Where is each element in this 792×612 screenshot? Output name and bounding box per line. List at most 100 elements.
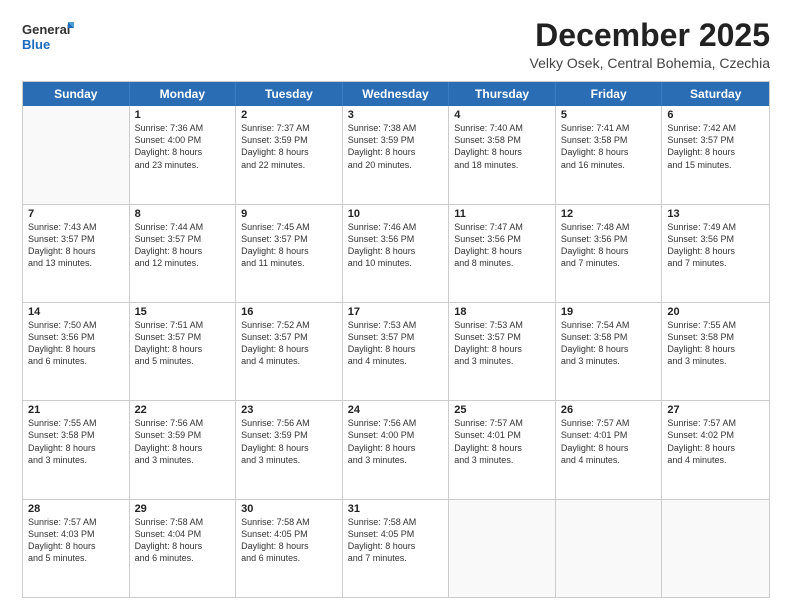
svg-text:General: General [22, 22, 70, 37]
table-row: 10Sunrise: 7:46 AM Sunset: 3:56 PM Dayli… [343, 205, 450, 302]
table-row: 29Sunrise: 7:58 AM Sunset: 4:04 PM Dayli… [130, 500, 237, 597]
table-row [23, 106, 130, 203]
day-info: Sunrise: 7:36 AM Sunset: 4:00 PM Dayligh… [135, 122, 231, 171]
week-row-5: 28Sunrise: 7:57 AM Sunset: 4:03 PM Dayli… [23, 500, 769, 597]
day-info: Sunrise: 7:46 AM Sunset: 3:56 PM Dayligh… [348, 221, 444, 270]
calendar-body: 1Sunrise: 7:36 AM Sunset: 4:00 PM Daylig… [23, 106, 769, 597]
week-row-3: 14Sunrise: 7:50 AM Sunset: 3:56 PM Dayli… [23, 303, 769, 401]
day-number: 7 [28, 208, 124, 220]
day-number: 24 [348, 404, 444, 416]
calendar-header: SundayMondayTuesdayWednesdayThursdayFrid… [23, 82, 769, 106]
table-row: 25Sunrise: 7:57 AM Sunset: 4:01 PM Dayli… [449, 401, 556, 498]
day-info: Sunrise: 7:38 AM Sunset: 3:59 PM Dayligh… [348, 122, 444, 171]
day-number: 30 [241, 503, 337, 515]
day-number: 10 [348, 208, 444, 220]
day-number: 21 [28, 404, 124, 416]
day-number: 5 [561, 109, 657, 121]
header-saturday: Saturday [662, 82, 769, 106]
day-info: Sunrise: 7:57 AM Sunset: 4:01 PM Dayligh… [561, 417, 657, 466]
day-info: Sunrise: 7:47 AM Sunset: 3:56 PM Dayligh… [454, 221, 550, 270]
day-info: Sunrise: 7:53 AM Sunset: 3:57 PM Dayligh… [348, 319, 444, 368]
table-row: 17Sunrise: 7:53 AM Sunset: 3:57 PM Dayli… [343, 303, 450, 400]
table-row: 20Sunrise: 7:55 AM Sunset: 3:58 PM Dayli… [662, 303, 769, 400]
day-info: Sunrise: 7:56 AM Sunset: 3:59 PM Dayligh… [241, 417, 337, 466]
table-row: 4Sunrise: 7:40 AM Sunset: 3:58 PM Daylig… [449, 106, 556, 203]
table-row: 8Sunrise: 7:44 AM Sunset: 3:57 PM Daylig… [130, 205, 237, 302]
day-info: Sunrise: 7:51 AM Sunset: 3:57 PM Dayligh… [135, 319, 231, 368]
day-number: 3 [348, 109, 444, 121]
day-info: Sunrise: 7:48 AM Sunset: 3:56 PM Dayligh… [561, 221, 657, 270]
day-number: 18 [454, 306, 550, 318]
table-row: 13Sunrise: 7:49 AM Sunset: 3:56 PM Dayli… [662, 205, 769, 302]
day-number: 25 [454, 404, 550, 416]
day-info: Sunrise: 7:57 AM Sunset: 4:01 PM Dayligh… [454, 417, 550, 466]
table-row: 9Sunrise: 7:45 AM Sunset: 3:57 PM Daylig… [236, 205, 343, 302]
day-info: Sunrise: 7:37 AM Sunset: 3:59 PM Dayligh… [241, 122, 337, 171]
day-info: Sunrise: 7:58 AM Sunset: 4:05 PM Dayligh… [348, 516, 444, 565]
day-info: Sunrise: 7:52 AM Sunset: 3:57 PM Dayligh… [241, 319, 337, 368]
table-row: 22Sunrise: 7:56 AM Sunset: 3:59 PM Dayli… [130, 401, 237, 498]
header-wednesday: Wednesday [343, 82, 450, 106]
day-info: Sunrise: 7:50 AM Sunset: 3:56 PM Dayligh… [28, 319, 124, 368]
table-row: 16Sunrise: 7:52 AM Sunset: 3:57 PM Dayli… [236, 303, 343, 400]
week-row-1: 1Sunrise: 7:36 AM Sunset: 4:00 PM Daylig… [23, 106, 769, 204]
table-row: 23Sunrise: 7:56 AM Sunset: 3:59 PM Dayli… [236, 401, 343, 498]
header-monday: Monday [130, 82, 237, 106]
logo-svg: General Blue [22, 18, 74, 56]
table-row: 18Sunrise: 7:53 AM Sunset: 3:57 PM Dayli… [449, 303, 556, 400]
day-info: Sunrise: 7:53 AM Sunset: 3:57 PM Dayligh… [454, 319, 550, 368]
table-row: 14Sunrise: 7:50 AM Sunset: 3:56 PM Dayli… [23, 303, 130, 400]
table-row: 27Sunrise: 7:57 AM Sunset: 4:02 PM Dayli… [662, 401, 769, 498]
day-number: 4 [454, 109, 550, 121]
day-number: 19 [561, 306, 657, 318]
day-info: Sunrise: 7:55 AM Sunset: 3:58 PM Dayligh… [28, 417, 124, 466]
table-row: 21Sunrise: 7:55 AM Sunset: 3:58 PM Dayli… [23, 401, 130, 498]
day-info: Sunrise: 7:41 AM Sunset: 3:58 PM Dayligh… [561, 122, 657, 171]
header-thursday: Thursday [449, 82, 556, 106]
day-number: 14 [28, 306, 124, 318]
day-number: 8 [135, 208, 231, 220]
day-info: Sunrise: 7:42 AM Sunset: 3:57 PM Dayligh… [667, 122, 764, 171]
table-row: 19Sunrise: 7:54 AM Sunset: 3:58 PM Dayli… [556, 303, 663, 400]
calendar: SundayMondayTuesdayWednesdayThursdayFrid… [22, 81, 770, 598]
day-info: Sunrise: 7:49 AM Sunset: 3:56 PM Dayligh… [667, 221, 764, 270]
day-number: 16 [241, 306, 337, 318]
day-number: 26 [561, 404, 657, 416]
day-info: Sunrise: 7:57 AM Sunset: 4:02 PM Dayligh… [667, 417, 764, 466]
day-info: Sunrise: 7:45 AM Sunset: 3:57 PM Dayligh… [241, 221, 337, 270]
day-number: 23 [241, 404, 337, 416]
day-number: 13 [667, 208, 764, 220]
day-info: Sunrise: 7:58 AM Sunset: 4:04 PM Dayligh… [135, 516, 231, 565]
day-number: 29 [135, 503, 231, 515]
svg-text:Blue: Blue [22, 37, 50, 52]
day-info: Sunrise: 7:54 AM Sunset: 3:58 PM Dayligh… [561, 319, 657, 368]
header-sunday: Sunday [23, 82, 130, 106]
table-row [556, 500, 663, 597]
table-row: 31Sunrise: 7:58 AM Sunset: 4:05 PM Dayli… [343, 500, 450, 597]
table-row [662, 500, 769, 597]
day-number: 9 [241, 208, 337, 220]
header-tuesday: Tuesday [236, 82, 343, 106]
day-info: Sunrise: 7:58 AM Sunset: 4:05 PM Dayligh… [241, 516, 337, 565]
table-row: 26Sunrise: 7:57 AM Sunset: 4:01 PM Dayli… [556, 401, 663, 498]
table-row: 28Sunrise: 7:57 AM Sunset: 4:03 PM Dayli… [23, 500, 130, 597]
day-info: Sunrise: 7:56 AM Sunset: 3:59 PM Dayligh… [135, 417, 231, 466]
subtitle: Velky Osek, Central Bohemia, Czechia [530, 55, 770, 71]
day-number: 12 [561, 208, 657, 220]
day-number: 11 [454, 208, 550, 220]
table-row: 7Sunrise: 7:43 AM Sunset: 3:57 PM Daylig… [23, 205, 130, 302]
day-number: 2 [241, 109, 337, 121]
header: General Blue December 2025 Velky Osek, C… [22, 18, 770, 71]
main-title: December 2025 [530, 18, 770, 53]
day-number: 28 [28, 503, 124, 515]
day-number: 22 [135, 404, 231, 416]
day-info: Sunrise: 7:56 AM Sunset: 4:00 PM Dayligh… [348, 417, 444, 466]
day-number: 17 [348, 306, 444, 318]
table-row: 11Sunrise: 7:47 AM Sunset: 3:56 PM Dayli… [449, 205, 556, 302]
table-row: 30Sunrise: 7:58 AM Sunset: 4:05 PM Dayli… [236, 500, 343, 597]
table-row: 6Sunrise: 7:42 AM Sunset: 3:57 PM Daylig… [662, 106, 769, 203]
day-info: Sunrise: 7:40 AM Sunset: 3:58 PM Dayligh… [454, 122, 550, 171]
table-row: 12Sunrise: 7:48 AM Sunset: 3:56 PM Dayli… [556, 205, 663, 302]
table-row: 24Sunrise: 7:56 AM Sunset: 4:00 PM Dayli… [343, 401, 450, 498]
day-info: Sunrise: 7:55 AM Sunset: 3:58 PM Dayligh… [667, 319, 764, 368]
